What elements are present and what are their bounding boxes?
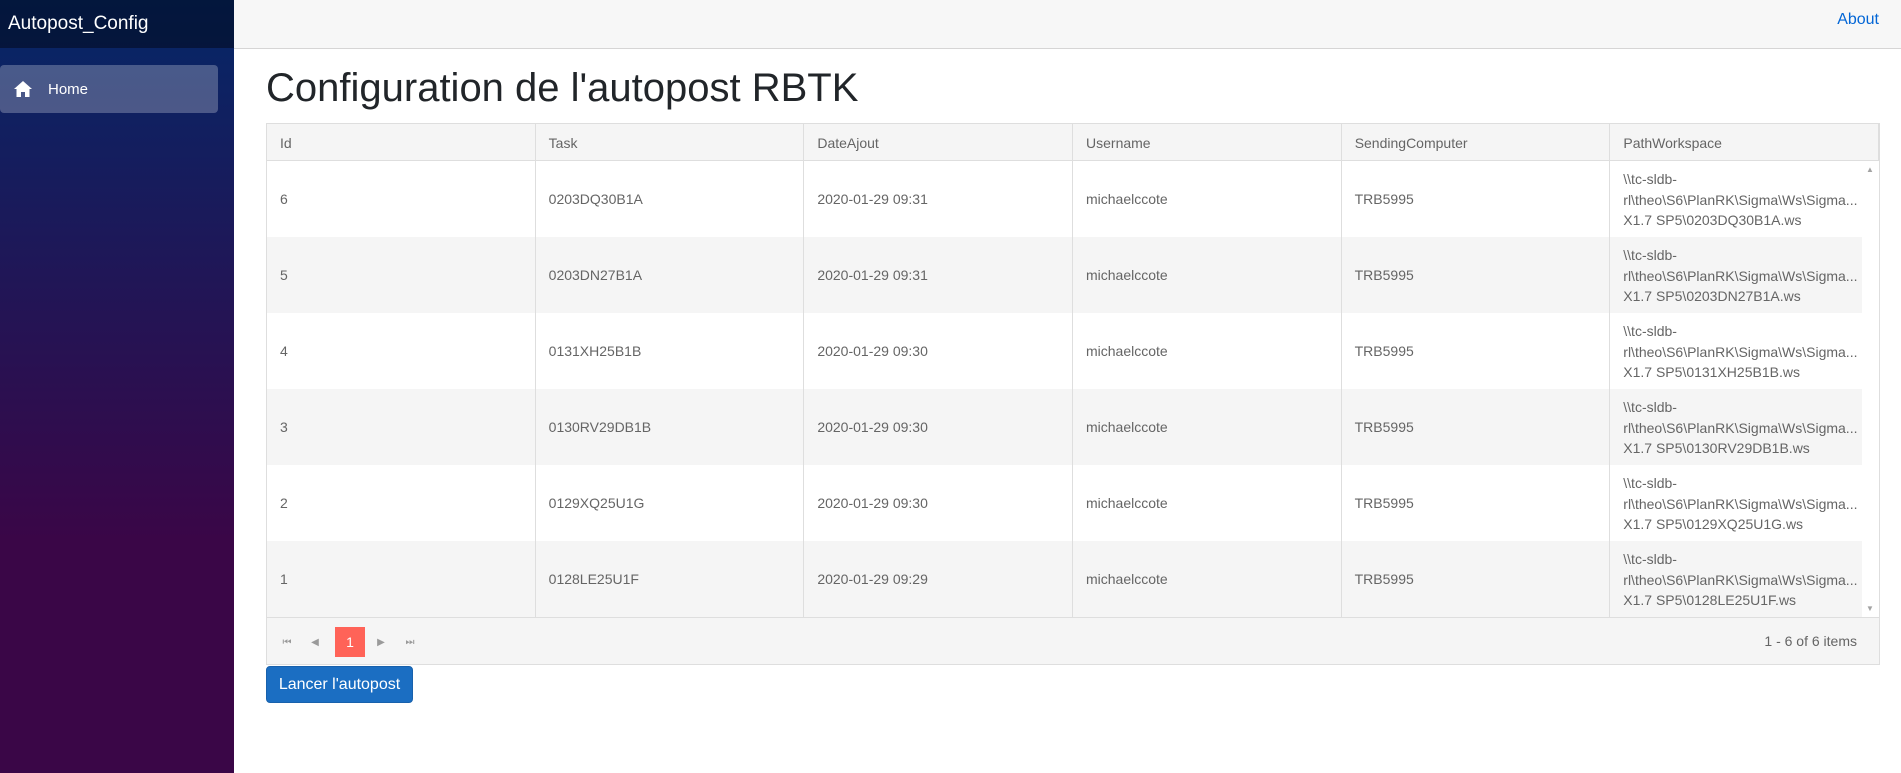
column-header-task[interactable]: Task: [536, 124, 805, 161]
cell-path: \\tc-sldb- rl\theo\S6\PlanRK\Sigma\Ws\Si…: [1610, 465, 1879, 541]
path-line: \\tc-sldb-: [1623, 247, 1677, 263]
cell-date: 2020-01-29 09:30: [804, 465, 1073, 541]
path-line: \\tc-sldb-: [1623, 475, 1677, 491]
table-row[interactable]: 4 0131XH25B1B 2020-01-29 09:30 michaelcc…: [267, 313, 1879, 389]
scroll-down-icon[interactable]: ▼: [1866, 604, 1874, 613]
path-line: X1.7 SP5\0131XH25B1B.ws: [1623, 364, 1800, 380]
cell-task: 0128LE25U1F: [536, 541, 805, 617]
cell-username: michaelccote: [1073, 237, 1342, 313]
cell-path: \\tc-sldb- rl\theo\S6\PlanRK\Sigma\Ws\Si…: [1610, 389, 1879, 465]
cell-id: 5: [267, 237, 536, 313]
cell-path: \\tc-sldb- rl\theo\S6\PlanRK\Sigma\Ws\Si…: [1610, 161, 1879, 237]
sidebar: Autopost_Config Home: [0, 0, 234, 773]
nav-item-home[interactable]: Home: [0, 65, 218, 113]
path-line: X1.7 SP5\0128LE25U1F.ws: [1623, 592, 1797, 608]
cell-id: 6: [267, 161, 536, 237]
data-grid: Id Task DateAjout Username SendingComput…: [266, 123, 1880, 665]
cell-computer: TRB5995: [1342, 465, 1611, 541]
pager-info: 1 - 6 of 6 items: [1764, 633, 1857, 649]
grid-body[interactable]: 6 0203DQ30B1A 2020-01-29 09:31 michaelcc…: [267, 161, 1879, 617]
path-line: X1.7 SP5\0203DQ30B1A.ws: [1623, 212, 1802, 228]
cell-username: michaelccote: [1073, 313, 1342, 389]
page-title: Configuration de l'autopost RBTK: [266, 66, 859, 110]
column-header-dateajout[interactable]: DateAjout: [804, 124, 1074, 161]
path-line: X1.7 SP5\0129XQ25U1G.ws: [1623, 516, 1804, 532]
brand-link[interactable]: Autopost_Config: [8, 13, 149, 35]
column-header-pathworkspace[interactable]: PathWorkspace: [1610, 124, 1880, 161]
cell-computer: TRB5995: [1342, 389, 1611, 465]
cell-computer: TRB5995: [1342, 313, 1611, 389]
column-header-username[interactable]: Username: [1073, 124, 1342, 161]
cell-username: michaelccote: [1073, 161, 1342, 237]
cell-date: 2020-01-29 09:30: [804, 313, 1073, 389]
pager: ⏮ ◀ 1 ▶ ⏭ 1 - 6 of 6 items: [267, 617, 1879, 664]
path-line: \\tc-sldb-: [1623, 399, 1677, 415]
path-line: \\tc-sldb-: [1623, 323, 1677, 339]
column-header-id[interactable]: Id: [267, 124, 536, 161]
top-row: About: [234, 0, 1901, 49]
cell-date: 2020-01-29 09:30: [804, 389, 1073, 465]
path-line: \\tc-sldb-: [1623, 551, 1677, 567]
cell-date: 2020-01-29 09:31: [804, 161, 1073, 237]
table-row[interactable]: 1 0128LE25U1F 2020-01-29 09:29 michaelcc…: [267, 541, 1879, 617]
path-line: rl\theo\S6\PlanRK\Sigma\Ws\Sigma...: [1623, 191, 1858, 208]
cell-path: \\tc-sldb- rl\theo\S6\PlanRK\Sigma\Ws\Si…: [1610, 237, 1879, 313]
next-page-icon[interactable]: ▶: [367, 628, 395, 656]
cell-computer: TRB5995: [1342, 541, 1611, 617]
last-page-icon[interactable]: ⏭: [396, 628, 424, 656]
cell-task: 0129XQ25U1G: [536, 465, 805, 541]
cell-date: 2020-01-29 09:31: [804, 237, 1073, 313]
table-row[interactable]: 5 0203DN27B1A 2020-01-29 09:31 michaelcc…: [267, 237, 1879, 313]
prev-page-icon[interactable]: ◀: [301, 628, 329, 656]
nav-item-label: Home: [48, 80, 89, 98]
cell-username: michaelccote: [1073, 541, 1342, 617]
first-page-icon[interactable]: ⏮: [273, 628, 301, 656]
about-link[interactable]: About: [1837, 11, 1879, 29]
cell-path: \\tc-sldb- rl\theo\S6\PlanRK\Sigma\Ws\Si…: [1610, 541, 1879, 617]
path-line: rl\theo\S6\PlanRK\Sigma\Ws\Sigma...: [1623, 495, 1858, 512]
path-line: X1.7 SP5\0130RV29DB1B.ws: [1623, 440, 1810, 456]
cell-path: \\tc-sldb- rl\theo\S6\PlanRK\Sigma\Ws\Si…: [1610, 313, 1879, 389]
path-line: rl\theo\S6\PlanRK\Sigma\Ws\Sigma...: [1623, 343, 1858, 360]
cell-task: 0130RV29DB1B: [536, 389, 805, 465]
cell-id: 3: [267, 389, 536, 465]
table-row[interactable]: 3 0130RV29DB1B 2020-01-29 09:30 michaelc…: [267, 389, 1879, 465]
cell-id: 4: [267, 313, 536, 389]
table-row[interactable]: 6 0203DQ30B1A 2020-01-29 09:31 michaelcc…: [267, 161, 1879, 237]
column-header-sendingcomputer[interactable]: SendingComputer: [1342, 124, 1611, 161]
grid-header: Id Task DateAjout Username SendingComput…: [267, 124, 1880, 161]
grid-scrollbar[interactable]: ▲ ▼: [1862, 161, 1879, 617]
path-line: X1.7 SP5\0203DN27B1A.ws: [1623, 288, 1801, 304]
cell-computer: TRB5995: [1342, 237, 1611, 313]
cell-task: 0203DQ30B1A: [536, 161, 805, 237]
home-icon: [14, 79, 34, 99]
page-number-button[interactable]: 1: [335, 627, 365, 657]
cell-username: michaelccote: [1073, 465, 1342, 541]
cell-computer: TRB5995: [1342, 161, 1611, 237]
path-line: rl\theo\S6\PlanRK\Sigma\Ws\Sigma...: [1623, 267, 1858, 284]
cell-id: 2: [267, 465, 536, 541]
brand-bar: Autopost_Config: [0, 0, 234, 48]
cell-date: 2020-01-29 09:29: [804, 541, 1073, 617]
cell-id: 1: [267, 541, 536, 617]
path-line: rl\theo\S6\PlanRK\Sigma\Ws\Sigma...: [1623, 571, 1858, 588]
path-line: \\tc-sldb-: [1623, 171, 1677, 187]
scroll-up-icon[interactable]: ▲: [1866, 165, 1874, 174]
cell-task: 0131XH25B1B: [536, 313, 805, 389]
table-row[interactable]: 2 0129XQ25U1G 2020-01-29 09:30 michaelcc…: [267, 465, 1879, 541]
cell-task: 0203DN27B1A: [536, 237, 805, 313]
cell-username: michaelccote: [1073, 389, 1342, 465]
launch-autopost-button[interactable]: Lancer l'autopost: [266, 666, 413, 703]
path-line: rl\theo\S6\PlanRK\Sigma\Ws\Sigma...: [1623, 419, 1858, 436]
